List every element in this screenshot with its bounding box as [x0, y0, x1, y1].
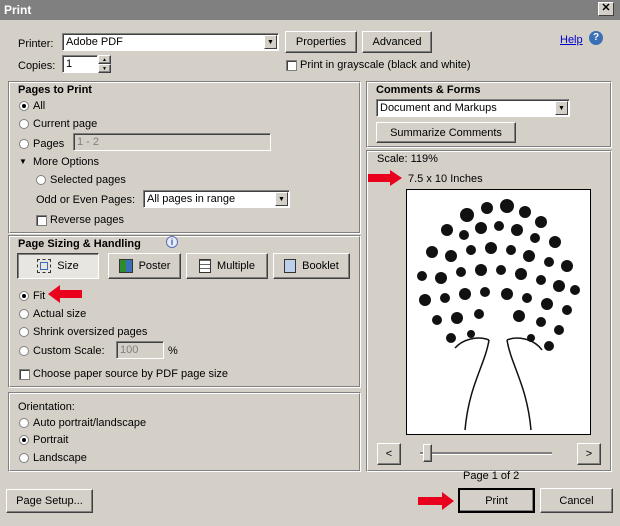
booklet-tab-label: Booklet [302, 260, 339, 272]
copies-label: Copies: [18, 60, 56, 72]
current-page-radio[interactable] [19, 119, 29, 129]
portrait-label: Portrait [33, 434, 69, 446]
grayscale-label: Print in grayscale (black and white) [300, 59, 471, 71]
info-icon[interactable]: i [166, 236, 178, 248]
printer-label: Printer: [18, 38, 54, 50]
shrink-radio[interactable] [19, 327, 29, 337]
multiple-icon [199, 259, 212, 273]
printer-select[interactable]: Adobe PDF ▼ [62, 33, 279, 51]
fit-label: Fit [33, 290, 46, 302]
triangle-down-icon[interactable]: ▼ [19, 157, 27, 166]
poster-icon [118, 259, 133, 273]
reverse-pages-label: Reverse pages [50, 214, 124, 226]
custom-scale-radio[interactable] [19, 346, 29, 356]
booklet-icon [284, 259, 297, 273]
help-link[interactable]: Help [560, 34, 583, 46]
reverse-pages-checkbox[interactable] [36, 215, 47, 226]
grayscale-checkbox[interactable] [286, 60, 297, 71]
copies-value: 1 [66, 58, 73, 70]
preview-scale: Scale: 119% [377, 153, 438, 165]
paper-source-label: Choose paper source by PDF page size [33, 368, 229, 380]
all-radio[interactable] [19, 101, 29, 111]
help-icon[interactable]: ? [589, 31, 603, 45]
page-slider-track[interactable] [420, 452, 552, 455]
landscape-label: Landscape [33, 452, 87, 464]
comments-select[interactable]: Document and Markups ▼ [376, 99, 570, 117]
percent-label: % [168, 345, 178, 357]
custom-scale-value: 100 [120, 344, 139, 356]
next-page-button[interactable]: > [577, 443, 601, 465]
odd-even-label: Odd or Even Pages: [36, 194, 136, 206]
paper-source-checkbox[interactable] [19, 369, 30, 380]
print-button[interactable]: Print [458, 488, 535, 513]
preview-dimensions: 7.5 x 10 Inches [408, 173, 483, 185]
selected-pages-radio[interactable] [36, 175, 46, 185]
multiple-tab[interactable]: Multiple [186, 253, 268, 279]
chevron-down-icon: ▼ [264, 35, 277, 49]
chevron-down-icon: ▼ [275, 192, 288, 206]
cancel-button[interactable]: Cancel [540, 488, 613, 513]
portrait-radio[interactable] [19, 435, 29, 445]
red-arrow-annotation [418, 492, 454, 510]
properties-button[interactable]: Properties [285, 31, 357, 53]
printer-value: Adobe PDF [66, 36, 123, 48]
fit-radio[interactable] [19, 291, 29, 301]
comments-title: Comments & Forms [376, 84, 481, 96]
all-label: All [33, 100, 46, 112]
pages-to-print-title: Pages to Print [18, 84, 92, 96]
auto-orientation-label: Auto portrait/landscape [33, 417, 147, 429]
close-button[interactable]: ✕ [598, 2, 614, 16]
tree-illustration [417, 199, 581, 431]
chevron-down-icon: ▼ [555, 101, 568, 115]
actual-size-radio[interactable] [19, 309, 29, 319]
current-page-label: Current page [33, 118, 98, 130]
page-slider-thumb[interactable] [423, 444, 432, 462]
page-counter: Page 1 of 2 [463, 470, 520, 482]
summarize-comments-button[interactable]: Summarize Comments [376, 122, 516, 143]
custom-scale-input[interactable]: 100 [116, 341, 164, 359]
title-bar: Print ✕ [0, 0, 620, 20]
more-options-toggle[interactable]: More Options [33, 156, 99, 168]
red-arrow-annotation [48, 285, 82, 303]
odd-even-select[interactable]: All pages in range ▼ [143, 190, 290, 208]
chevron-up-icon[interactable]: ▲ [98, 55, 111, 64]
shrink-label: Shrink oversized pages [33, 326, 148, 338]
poster-tab-label: Poster [138, 260, 171, 272]
pages-range-input[interactable]: 1 - 2 [73, 133, 271, 151]
red-arrow-annotation [368, 170, 402, 186]
copies-input[interactable]: 1 [62, 55, 98, 73]
odd-even-value: All pages in range [147, 193, 236, 205]
poster-tab[interactable]: Poster [108, 253, 181, 279]
pages-range-placeholder: 1 - 2 [77, 136, 100, 148]
previous-page-button[interactable]: < [377, 443, 401, 465]
size-tab[interactable]: Size [17, 253, 99, 279]
window-title: Print [4, 3, 32, 17]
actual-size-label: Actual size [33, 308, 87, 320]
pages-label: Pages [33, 138, 65, 150]
comments-value: Document and Markups [380, 102, 497, 114]
copies-stepper[interactable]: ▲ ▼ [98, 55, 111, 73]
pages-radio[interactable] [19, 139, 29, 149]
advanced-button[interactable]: Advanced [362, 31, 432, 53]
close-icon: ✕ [601, 2, 611, 14]
orientation-title: Orientation: [18, 401, 75, 413]
chevron-down-icon[interactable]: ▼ [98, 64, 111, 73]
booklet-tab[interactable]: Booklet [273, 253, 350, 279]
custom-scale-label: Custom Scale: [33, 345, 105, 357]
landscape-radio[interactable] [19, 453, 29, 463]
page-preview [406, 189, 591, 435]
size-icon [37, 259, 52, 273]
selected-pages-label: Selected pages [50, 174, 126, 186]
size-tab-label: Size [57, 260, 79, 272]
multiple-tab-label: Multiple [217, 260, 255, 272]
auto-orientation-radio[interactable] [19, 418, 29, 428]
page-sizing-title: Page Sizing & Handling [18, 238, 141, 250]
page-setup-button[interactable]: Page Setup... [6, 489, 93, 513]
